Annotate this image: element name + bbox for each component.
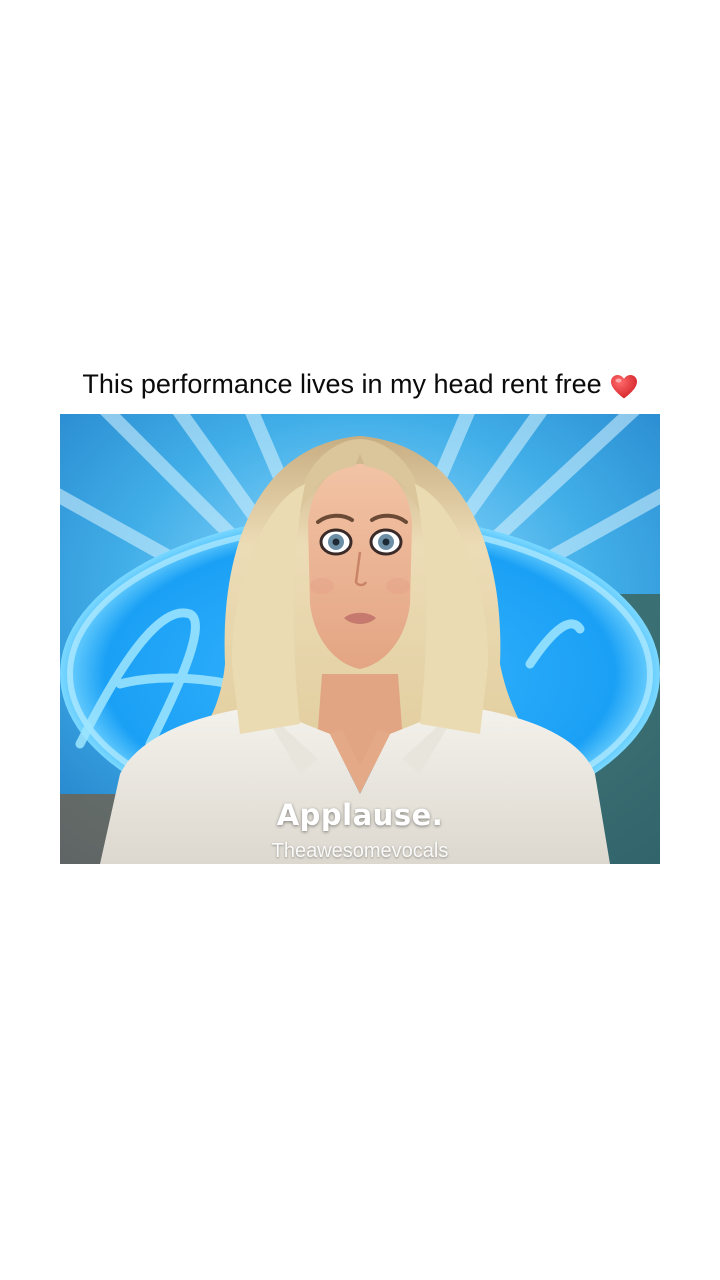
video-watermark: Theawesomevocals bbox=[271, 840, 449, 862]
caption-text: This performance lives in my head rent f… bbox=[82, 369, 602, 399]
post-caption: This performance lives in my head rent f… bbox=[0, 364, 720, 404]
video-player[interactable]: Applause. Theawesomevocals bbox=[60, 414, 660, 864]
video-frame-image bbox=[60, 414, 660, 864]
video-subtitle: Applause. bbox=[276, 798, 444, 832]
heart-emoji-icon bbox=[610, 371, 638, 399]
